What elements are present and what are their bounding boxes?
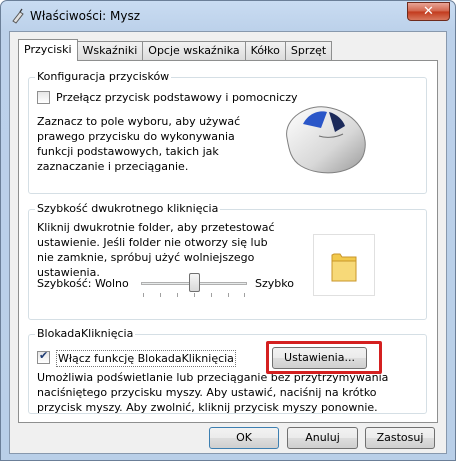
speed-slider[interactable] [141, 272, 247, 298]
dialog-client-area: Przyciski Wskaźniki Opcje wskaźnika Kółk… [9, 31, 447, 454]
settings-highlight-box [266, 341, 382, 374]
slider-tick [177, 293, 178, 297]
button-config-title: Konfiguracja przycisków [35, 70, 172, 83]
button-config-group: Konfiguracja przycisków Przełącz przycis… [28, 70, 427, 194]
tab-buttons[interactable]: Przyciski [18, 39, 78, 61]
speed-slider-thumb[interactable] [189, 273, 200, 292]
slider-tick [211, 293, 212, 297]
slider-tick [160, 293, 161, 297]
mouse-illustration [286, 106, 366, 174]
clicklock-enable-label[interactable]: Włącz funkcję BlokadaKliknięcia [56, 350, 236, 367]
switch-buttons-checkbox[interactable] [37, 91, 50, 104]
speed-slow-label: Wolno [95, 277, 129, 290]
tab-wheel[interactable]: Kółko [244, 41, 286, 60]
tab-panel: Konfiguracja przycisków Przełącz przycis… [18, 60, 438, 423]
mouse-properties-window: Właściwości: Mysz ✕ Przyciski Wskaźniki … [0, 0, 456, 461]
slider-tick [228, 293, 229, 297]
close-button[interactable]: ✕ [407, 2, 450, 21]
mouse-icon [12, 8, 24, 24]
doubleclick-title: Szybkość dwukrotnego kliknięcia [35, 202, 221, 215]
doubleclick-description: Kliknij dwukrotnie folder, aby przetesto… [37, 221, 275, 279]
window-title: Właściwości: Mysz [30, 9, 141, 23]
clicklock-checkbox[interactable] [37, 349, 50, 364]
tab-hardware[interactable]: Sprzęt [284, 41, 333, 60]
title-bar[interactable]: Właściwości: Mysz ✕ [1, 1, 455, 31]
cancel-button[interactable]: Anuluj [287, 427, 358, 449]
slider-tick [244, 293, 245, 297]
test-folder-area[interactable] [313, 234, 375, 296]
switch-buttons-description: Zaznacz to pole wyboru, aby używać prawe… [37, 115, 241, 173]
doubleclick-group: Szybkość dwukrotnego kliknięcia Kliknij … [28, 202, 427, 320]
apply-button[interactable]: Zastosuj [365, 427, 435, 449]
clicklock-description: Umożliwia podświetlanie lub przeciąganie… [37, 371, 389, 414]
tab-pointers[interactable]: Wskaźniki [76, 41, 144, 60]
slider-tick [143, 293, 144, 297]
ok-button[interactable]: OK [209, 427, 279, 449]
slider-tick [194, 293, 195, 297]
clicklock-title: BlokadaKliknięcia [35, 327, 136, 340]
tab-pointer-options[interactable]: Opcje wskaźnika [142, 41, 246, 60]
folder-icon[interactable] [314, 235, 374, 295]
tab-strip: Przyciski Wskaźniki Opcje wskaźnika Kółk… [18, 39, 333, 61]
speed-fast-label: Szybko [255, 277, 294, 290]
speed-label: Szybkość: [37, 277, 92, 290]
switch-buttons-label[interactable]: Przełącz przycisk podstawowy i pomocnicz… [56, 90, 298, 105]
